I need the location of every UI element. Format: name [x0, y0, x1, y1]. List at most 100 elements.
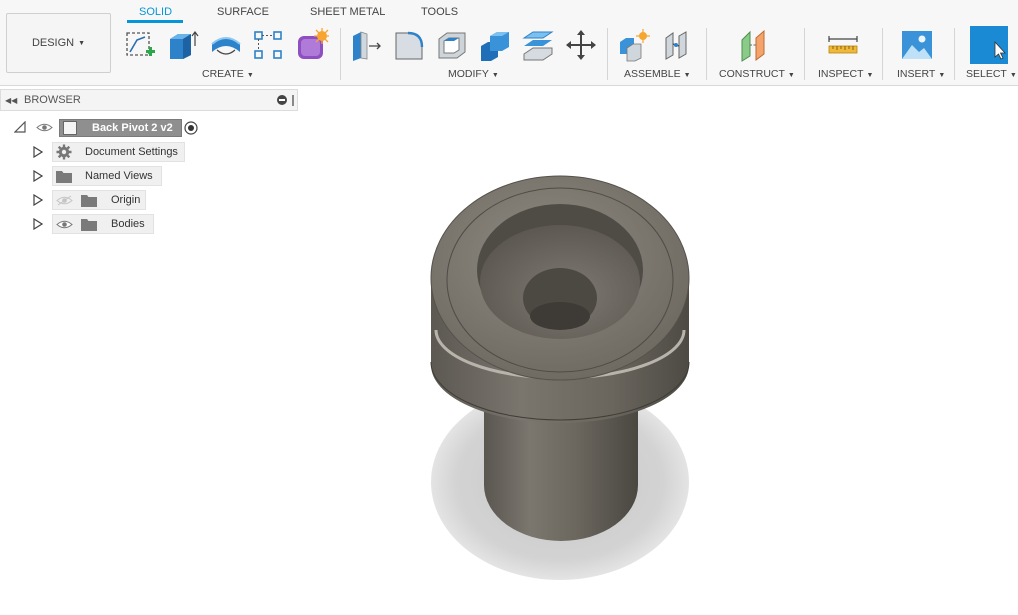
shell-button[interactable] [434, 27, 470, 63]
folder-icon [81, 194, 97, 207]
select-label: SELECT [966, 68, 1007, 80]
group-divider [706, 28, 707, 80]
joint-icon [665, 31, 687, 60]
chevron-down-icon: ▼ [866, 72, 874, 79]
expand-triangle-icon[interactable] [33, 194, 43, 206]
active-tab-indicator [127, 20, 183, 23]
image-icon [902, 31, 932, 59]
chevron-down-icon: ▼ [787, 72, 795, 79]
pattern-icon [254, 31, 282, 59]
revolve-icon [211, 37, 241, 55]
group-divider [607, 28, 608, 80]
new-component-button[interactable] [616, 27, 652, 63]
fillet-icon [395, 31, 424, 60]
revolve-button[interactable] [208, 27, 244, 63]
chevron-down-icon: ▼ [938, 72, 946, 79]
replace-face-icon [522, 31, 554, 61]
construct-menu[interactable]: CONSTRUCT ▼ [719, 68, 795, 80]
workspace-switcher-button[interactable]: DESIGN ▼ [6, 13, 111, 73]
eye-icon[interactable] [56, 219, 73, 230]
select-icon [970, 26, 1008, 64]
move-copy-button[interactable] [563, 27, 599, 63]
tab-solid[interactable]: SOLID [139, 6, 172, 18]
move-icon [566, 30, 596, 60]
tree-item-named-views[interactable]: Named Views [52, 166, 162, 186]
browser-panel-header: ◀◀ BROWSER [0, 89, 298, 111]
assemble-label: ASSEMBLE [624, 68, 681, 80]
group-divider [882, 28, 883, 80]
chevron-down-icon: ▼ [246, 72, 254, 79]
form-icon [298, 28, 329, 59]
gear-icon [56, 144, 72, 160]
construct-label: CONSTRUCT [719, 68, 785, 80]
group-divider [340, 28, 341, 80]
minimize-panel-button[interactable] [277, 95, 287, 105]
expand-triangle-icon[interactable] [33, 170, 43, 182]
tree-item-label: Origin [111, 194, 141, 206]
tree-item-bodies[interactable]: Bodies [52, 214, 154, 234]
tree-item-document-settings[interactable]: Document Settings [52, 142, 185, 162]
collapse-panel-icon[interactable]: ◀◀ [5, 96, 21, 105]
create-form-button[interactable] [294, 27, 330, 63]
insert-menu[interactable]: INSERT ▼ [897, 68, 945, 80]
ribbon-toolbar: DESIGN ▼ SOLID SURFACE SHEET METAL TOOLS [0, 0, 1018, 86]
modify-menu[interactable]: MODIFY ▼ [448, 68, 499, 80]
group-divider [954, 28, 955, 80]
activate-radio-icon[interactable] [184, 121, 198, 135]
create-sketch-button[interactable] [122, 27, 158, 63]
insert-label: INSERT [897, 68, 936, 80]
tree-item-label: Document Settings [85, 146, 178, 158]
measure-icon [828, 36, 858, 54]
offset-plane-button[interactable] [737, 27, 773, 63]
folder-icon [56, 170, 72, 183]
press-pull-icon [353, 31, 381, 61]
tab-surface[interactable]: SURFACE [217, 6, 269, 18]
create-menu[interactable]: CREATE ▼ [202, 68, 254, 80]
extrude-button[interactable] [164, 27, 200, 63]
select-menu[interactable]: SELECT ▼ [966, 68, 1017, 80]
new-component-icon [620, 29, 650, 62]
joint-button[interactable] [660, 27, 696, 63]
chevron-down-icon: ▼ [1009, 72, 1017, 79]
resize-grip[interactable] [292, 95, 294, 106]
measure-button[interactable] [825, 27, 861, 63]
combine-icon [481, 32, 509, 61]
collapse-triangle-icon[interactable] [14, 121, 26, 133]
shell-icon [438, 32, 466, 59]
tree-item-origin[interactable]: Origin [52, 190, 146, 210]
root-component[interactable]: Back Pivot 2 v2 [59, 119, 182, 137]
replace-face-button[interactable] [520, 27, 556, 63]
browser-title: BROWSER [24, 94, 81, 106]
sketch-icon [126, 32, 155, 56]
inspect-menu[interactable]: INSPECT ▼ [818, 68, 873, 80]
eye-hidden-icon[interactable] [56, 195, 73, 206]
group-divider [804, 28, 805, 80]
modify-label: MODIFY [448, 68, 489, 80]
eye-icon[interactable] [36, 122, 53, 133]
assemble-menu[interactable]: ASSEMBLE ▼ [624, 68, 691, 80]
create-label: CREATE [202, 68, 244, 80]
expand-triangle-icon[interactable] [33, 146, 43, 158]
construct-plane-icon [741, 29, 765, 62]
chevron-down-icon: ▼ [683, 72, 691, 79]
expand-triangle-icon[interactable] [33, 218, 43, 230]
workspace-label: DESIGN [31, 37, 75, 49]
inspect-label: INSPECT [818, 68, 864, 80]
root-component-label: Back Pivot 2 v2 [92, 122, 173, 134]
combine-button[interactable] [477, 27, 513, 63]
document-icon [63, 121, 77, 135]
chevron-down-icon: ▼ [491, 72, 499, 79]
press-pull-button[interactable] [348, 27, 384, 63]
model-hole-depth [530, 302, 590, 330]
tree-item-label: Named Views [85, 170, 153, 182]
tab-tools[interactable]: TOOLS [421, 6, 458, 18]
folder-icon [81, 218, 97, 231]
tab-sheet-metal[interactable]: SHEET METAL [310, 6, 385, 18]
select-button[interactable] [970, 26, 1008, 64]
tree-item-label: Bodies [111, 218, 145, 230]
extrude-icon [170, 31, 199, 59]
chevron-down-icon: ▼ [78, 39, 86, 47]
fillet-button[interactable] [391, 27, 427, 63]
insert-canvas-button[interactable] [899, 27, 935, 63]
sketch-pattern-button[interactable] [250, 27, 286, 63]
